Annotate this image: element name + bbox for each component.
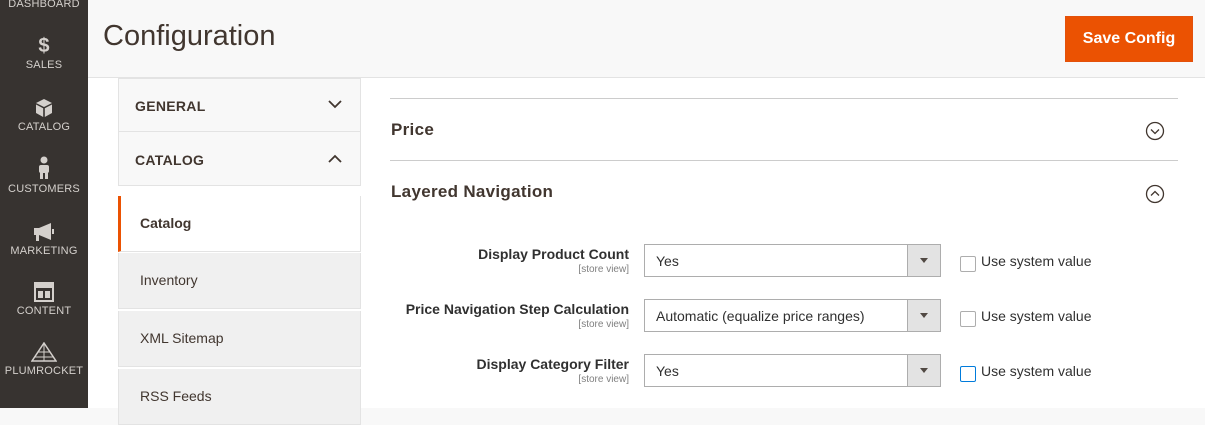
chevron-down-icon — [920, 313, 928, 318]
use-system-value-label[interactable]: Use system value — [981, 363, 1091, 379]
price-navigation-step-select[interactable]: Automatic (equalize price ranges) — [644, 299, 941, 332]
chevron-down-icon — [920, 258, 928, 263]
field-scope: [store view] — [578, 264, 629, 275]
tab-item-label: Inventory — [140, 272, 198, 288]
chevron-up-icon — [328, 154, 342, 163]
chevron-down-icon — [920, 368, 928, 373]
menu-item-plumrocket[interactable]: PLUMROCKET — [0, 342, 88, 377]
expand-circle-icon[interactable] — [1145, 121, 1165, 141]
select-arrow[interactable] — [907, 245, 940, 276]
use-system-value-checkbox[interactable] — [960, 256, 976, 272]
tab-section-title: CATALOG — [135, 152, 205, 168]
select-arrow[interactable] — [907, 355, 940, 386]
use-system-value-label[interactable]: Use system value — [981, 308, 1091, 324]
config-tabs: GENERAL CATALOG Catalog Inventory XML Si… — [118, 78, 361, 425]
menu-item-marketing[interactable]: MARKETING — [0, 222, 88, 257]
chevron-down-icon — [328, 100, 342, 109]
pyramid-icon — [31, 342, 57, 362]
menu-label: CATALOG — [17, 121, 71, 133]
menu-item-sales[interactable]: $ SALES — [0, 36, 88, 71]
admin-menu: DASHBOARD $ SALES CATALOG CUSTOMERS MARK… — [0, 0, 88, 408]
display-product-count-select[interactable]: Yes — [644, 244, 941, 277]
menu-label: DASHBOARD — [8, 0, 80, 10]
save-config-button[interactable]: Save Config — [1065, 16, 1193, 62]
menu-item-content[interactable]: CONTENT — [0, 282, 88, 317]
select-value: Yes — [656, 253, 679, 269]
section-divider — [390, 98, 1178, 99]
tab-item-inventory[interactable]: Inventory — [118, 253, 361, 309]
select-value: Automatic (equalize price ranges) — [656, 308, 865, 324]
person-icon — [39, 156, 49, 179]
tab-item-label: Catalog — [140, 215, 192, 231]
field-label-price-navigation-step: Price Navigation Step Calculation — [405, 301, 629, 317]
page-header: Configuration Save Config — [88, 0, 1205, 78]
megaphone-icon — [34, 223, 54, 241]
tab-item-label: XML Sitemap — [140, 330, 224, 346]
menu-label: PLUMROCKET — [4, 365, 84, 377]
menu-item-catalog[interactable]: CATALOG — [0, 98, 88, 133]
dollar-icon: $ — [38, 35, 50, 57]
menu-item-dashboard[interactable]: DASHBOARD — [0, 0, 88, 10]
menu-label: SALES — [25, 59, 63, 71]
menu-label: CONTENT — [16, 305, 72, 317]
section-title: Layered Navigation — [391, 182, 554, 201]
select-arrow[interactable] — [907, 300, 940, 331]
page-title: Configuration — [103, 20, 276, 52]
use-system-value-label[interactable]: Use system value — [981, 253, 1091, 269]
field-scope: [store view] — [578, 319, 629, 330]
tab-general[interactable]: GENERAL — [118, 78, 361, 132]
collapse-circle-icon[interactable] — [1145, 184, 1165, 204]
section-title: Price — [391, 120, 435, 139]
layout-icon — [34, 282, 54, 302]
menu-item-customers[interactable]: CUSTOMERS — [0, 156, 88, 195]
display-category-filter-select[interactable]: Yes — [644, 354, 941, 387]
config-content: GENERAL CATALOG Catalog Inventory XML Si… — [88, 78, 1205, 425]
menu-label: MARKETING — [10, 245, 78, 257]
tab-item-label: RSS Feeds — [140, 388, 212, 404]
select-value: Yes — [656, 363, 679, 379]
menu-label: CUSTOMERS — [8, 183, 80, 195]
field-label-display-product-count: Display Product Count — [478, 246, 629, 262]
use-system-value-checkbox[interactable] — [960, 311, 976, 327]
tab-item-catalog[interactable]: Catalog — [118, 196, 361, 252]
field-scope: [store view] — [578, 374, 629, 385]
field-label-display-category-filter: Display Category Filter — [476, 356, 630, 372]
tab-section-title: GENERAL — [135, 98, 206, 114]
box-icon — [36, 99, 52, 117]
tab-item-rss-feeds[interactable]: RSS Feeds — [118, 369, 361, 425]
use-system-value-checkbox[interactable] — [960, 366, 976, 382]
tab-item-xml-sitemap[interactable]: XML Sitemap — [118, 311, 361, 367]
tab-catalog[interactable]: CATALOG — [118, 131, 361, 186]
section-divider — [390, 160, 1178, 161]
